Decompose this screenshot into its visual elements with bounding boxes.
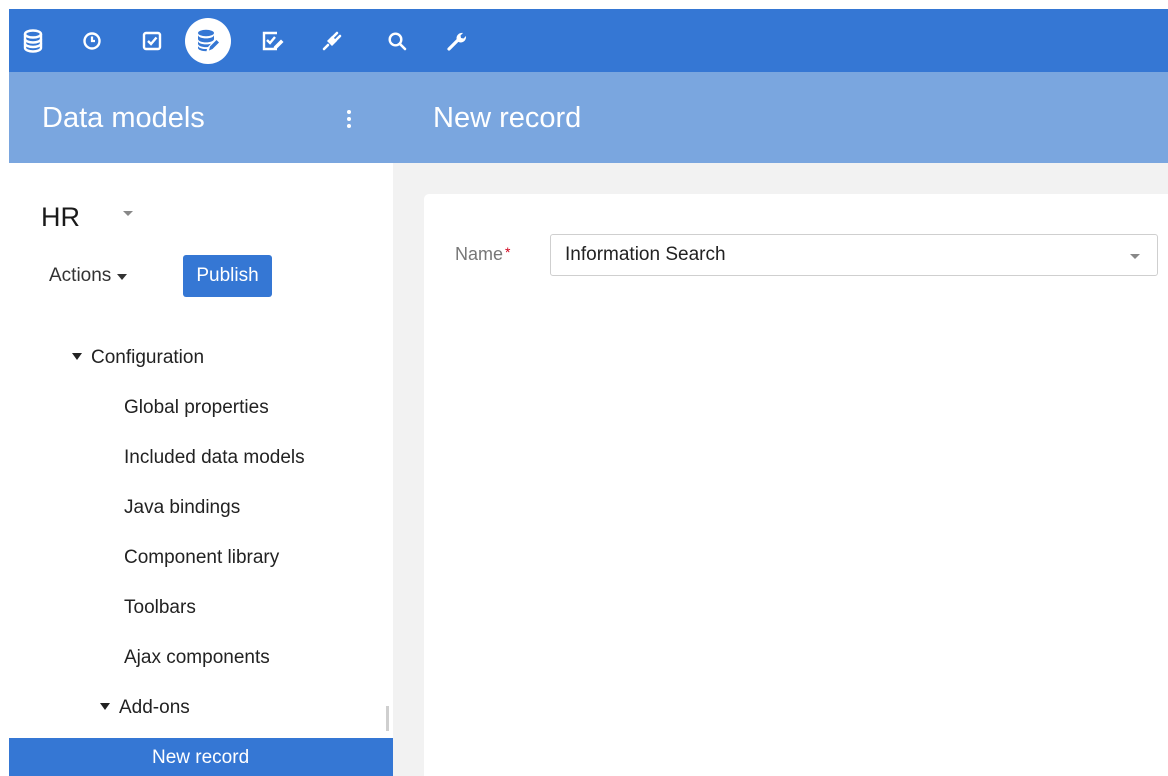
tree-item-java-bindings[interactable]: Java bindings xyxy=(9,488,393,528)
name-label-text: Name xyxy=(455,244,504,264)
checklist-edit-icon[interactable] xyxy=(253,21,293,61)
clock-icon[interactable] xyxy=(72,21,112,61)
tree-item-label: Global properties xyxy=(124,397,269,418)
page-title: New record xyxy=(433,102,582,134)
tree-item-label: Toolbars xyxy=(124,597,196,618)
plug-icon[interactable] xyxy=(312,21,352,61)
caret-down-icon xyxy=(117,274,128,280)
tree-item-included-data-models[interactable]: Included data models xyxy=(9,438,393,478)
header-band: Data models New record xyxy=(9,72,1168,163)
app-frame: Data models New record HR Actions Publis… xyxy=(9,9,1168,776)
tree-item-label: Configuration xyxy=(91,347,205,368)
expand-triangle-icon[interactable] xyxy=(100,702,110,710)
actions-label: Actions xyxy=(49,265,112,286)
data-model-name[interactable]: HR xyxy=(41,201,80,233)
tree-item-toolbars[interactable]: Toolbars xyxy=(9,588,393,628)
tree-item-component-library[interactable]: Component library xyxy=(9,538,393,578)
tree-item-label: New record xyxy=(152,747,250,768)
required-marker: * xyxy=(505,244,511,260)
model-dropdown-caret-icon[interactable] xyxy=(123,211,133,216)
sidebar: HR Actions Publish Configuration Global … xyxy=(9,163,393,776)
tree-item-add-ons[interactable]: Add-ons xyxy=(9,688,393,728)
data-model-edit-icon[interactable] xyxy=(185,18,231,64)
tree-item-label: Java bindings xyxy=(124,497,241,518)
tree-item-new-record[interactable]: New record xyxy=(9,738,393,776)
search-icon[interactable] xyxy=(377,21,417,61)
name-select-value: Information Search xyxy=(565,244,726,265)
tree-item-label: Add-ons xyxy=(119,697,190,718)
wrench-icon[interactable] xyxy=(437,21,477,61)
panel-title: Data models xyxy=(42,102,205,134)
tree-item-ajax-components[interactable]: Ajax components xyxy=(9,638,393,678)
database-icon[interactable] xyxy=(13,21,53,61)
record-form-card: Name * Information Search xyxy=(424,194,1168,776)
tree-item-label: Included data models xyxy=(124,447,305,468)
actions-menu[interactable]: Actions xyxy=(49,263,128,289)
name-select[interactable]: Information Search xyxy=(550,234,1158,276)
tree-item-label: Component library xyxy=(124,547,280,568)
tree-item-configuration[interactable]: Configuration xyxy=(9,338,393,378)
checkbox-icon[interactable] xyxy=(132,21,172,61)
top-toolbar xyxy=(9,9,1168,72)
chevron-down-icon xyxy=(1130,254,1140,259)
expand-triangle-icon[interactable] xyxy=(72,352,82,360)
more-options-icon[interactable] xyxy=(339,105,359,133)
publish-button[interactable]: Publish xyxy=(183,255,272,297)
tree-item-global-properties[interactable]: Global properties xyxy=(9,388,393,428)
sidebar-scrollbar[interactable] xyxy=(386,706,389,731)
tree-item-label: Ajax components xyxy=(124,647,270,668)
name-field-label: Name * xyxy=(455,243,510,265)
